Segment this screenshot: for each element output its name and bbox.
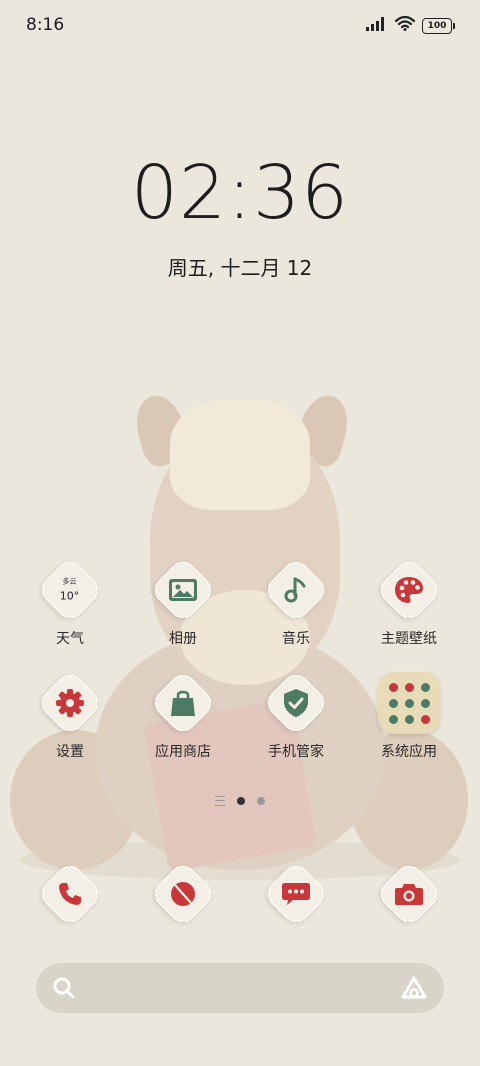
app-security[interactable]: 手机管家 (241, 669, 351, 761)
app-label: 应用商店 (155, 744, 211, 760)
page-indicator[interactable] (0, 796, 480, 806)
browser-icon (149, 860, 217, 928)
page-list-icon[interactable] (215, 796, 225, 806)
app-system-folder[interactable]: 系统应用 (354, 672, 464, 761)
app-label: 主题壁纸 (381, 631, 437, 647)
dock-phone[interactable] (15, 860, 125, 928)
shopping-bag-icon (149, 669, 217, 737)
app-label: 音乐 (282, 631, 310, 647)
folder-icon (378, 672, 440, 734)
weather-desc: 多云 (63, 577, 77, 586)
assistant-icon[interactable] (400, 975, 428, 1005)
search-bar[interactable] (36, 963, 444, 1013)
camera-icon (375, 860, 443, 928)
home-date[interactable]: 周五, 十二月 12 (0, 252, 480, 281)
page-dot-active[interactable] (237, 797, 245, 805)
wifi-icon (394, 15, 416, 35)
music-icon (262, 556, 330, 624)
app-label: 天气 (56, 631, 84, 647)
app-label: 系统应用 (381, 744, 437, 760)
page-dot[interactable] (257, 797, 265, 805)
app-music[interactable]: 音乐 (241, 556, 351, 648)
dock-messages[interactable] (241, 860, 351, 928)
phone-icon (36, 860, 104, 928)
signal-icon (366, 16, 388, 35)
app-weather[interactable]: 多云 10° 天气 (15, 556, 125, 648)
shield-icon (262, 669, 330, 737)
app-themes[interactable]: 主题壁纸 (354, 556, 464, 648)
app-label: 设置 (56, 744, 84, 760)
app-label: 手机管家 (268, 744, 324, 760)
gear-icon (36, 669, 104, 737)
messages-icon (262, 860, 330, 928)
home-clock[interactable]: 02:36 (0, 150, 480, 236)
status-time: 8:16 (26, 15, 65, 35)
app-settings[interactable]: 设置 (15, 669, 125, 761)
battery-icon: 100 (422, 17, 455, 34)
dock-camera[interactable] (354, 860, 464, 928)
album-icon (149, 556, 217, 624)
dock-browser[interactable] (128, 860, 238, 928)
status-bar: 8:16 100 (0, 0, 480, 50)
weather-icon: 多云 10° (36, 556, 104, 624)
palette-icon (375, 556, 443, 624)
app-album[interactable]: 相册 (128, 556, 238, 648)
app-appstore[interactable]: 应用商店 (128, 669, 238, 761)
search-icon[interactable] (52, 976, 76, 1004)
app-label: 相册 (169, 631, 197, 647)
weather-temp: 10° (60, 589, 80, 603)
